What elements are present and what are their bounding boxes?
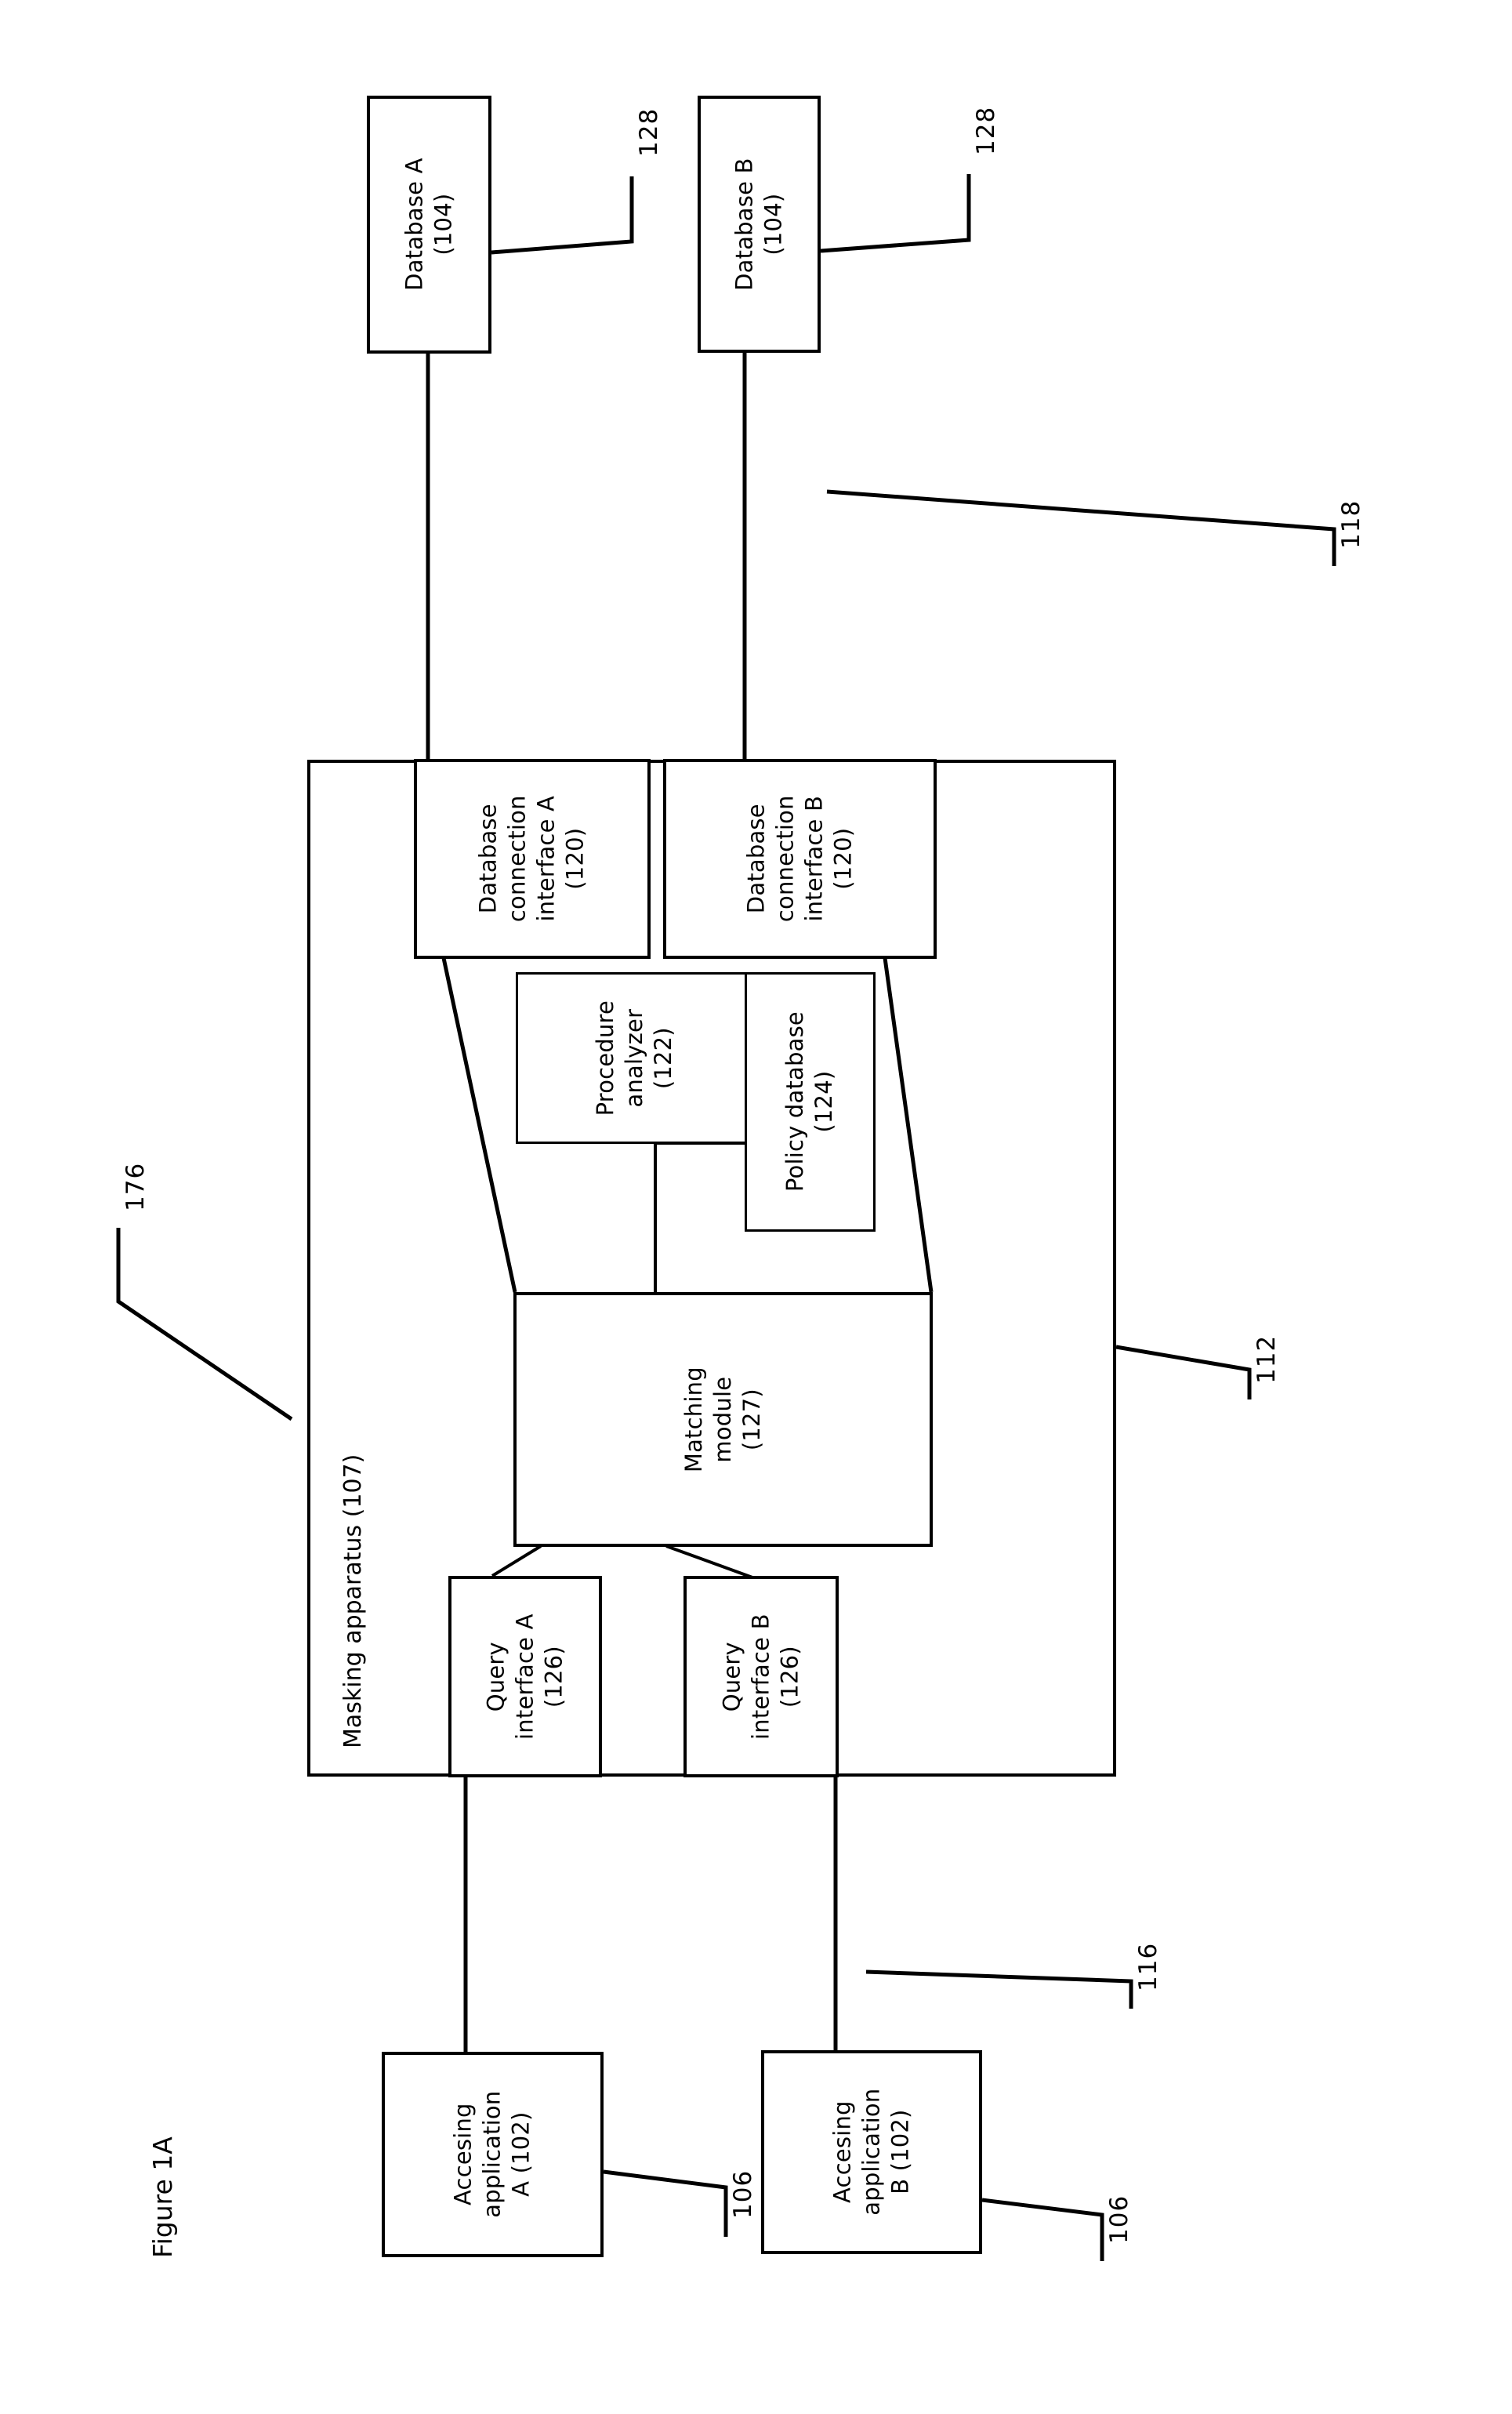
query-interface-a-label: Query interface A (126): [482, 1614, 567, 1740]
accessing-application-b-label: Accesing application B (102): [829, 2088, 914, 2216]
ref-112-apparatus-boundary: 112: [1253, 1334, 1281, 1384]
accessing-application-a-label: Accesing application A (102): [449, 2090, 535, 2219]
procedure-analyzer-box[interactable]: Procedure analyzer (122): [516, 972, 753, 1144]
database-connection-interface-a-label: Database connection interface A (120): [474, 795, 589, 923]
ref-116-application-network: 116: [1134, 1942, 1162, 1991]
ref-128-database-a: 128: [635, 107, 663, 157]
policy-database-box[interactable]: Policy database (124): [745, 972, 876, 1232]
matching-module-box[interactable]: Matching module (127): [513, 1292, 933, 1547]
ref-128-database-b: 128: [972, 106, 1000, 155]
accessing-application-b-box[interactable]: Accesing application B (102): [761, 2050, 982, 2254]
database-connection-interface-b-label: Database connection interface B (120): [742, 795, 857, 923]
leader-128-a: [491, 176, 634, 255]
ref-106-application-b: 106: [1105, 2194, 1133, 2244]
leader-128-b: [820, 174, 971, 253]
database-b-box[interactable]: Database B (104): [698, 96, 821, 353]
database-a-label: Database A (104): [401, 158, 457, 292]
policy-database-label: Policy database (124): [781, 1011, 838, 1192]
leader-112: [1115, 1345, 1252, 1399]
matching-module-label: Matching module (127): [680, 1367, 766, 1472]
procedure-analyzer-label: Procedure analyzer (122): [591, 1000, 677, 1116]
database-connection-interface-b-box[interactable]: Database connection interface B (120): [663, 759, 937, 959]
query-interface-b-label: Query interface B (126): [718, 1614, 803, 1740]
leader-106-b: [981, 2198, 1104, 2261]
database-connection-interface-a-box[interactable]: Database connection interface A (120): [414, 759, 651, 959]
query-interface-a-box[interactable]: Query interface A (126): [448, 1576, 602, 1777]
ref-176-masking-apparatus: 176: [121, 1162, 150, 1211]
figure-title: Figure 1A: [147, 2136, 178, 2258]
ref-118-database-network: 118: [1337, 499, 1365, 549]
leader-116: [865, 1969, 1133, 2009]
leader-106-a: [603, 2169, 728, 2237]
accessing-application-a-box[interactable]: Accesing application A (102): [382, 2052, 604, 2257]
masking-apparatus-title: Masking apparatus (107): [339, 1454, 367, 1748]
leader-176: [116, 1228, 293, 1421]
leader-118: [826, 489, 1336, 566]
database-a-box[interactable]: Database A (104): [367, 96, 491, 354]
database-b-label: Database B (104): [731, 158, 787, 291]
figure-page: Figure 1A Database A (104) 128 Database …: [0, 0, 1512, 2414]
query-interface-b-box[interactable]: Query interface B (126): [683, 1576, 839, 1777]
ref-106-application-a: 106: [729, 2169, 757, 2219]
